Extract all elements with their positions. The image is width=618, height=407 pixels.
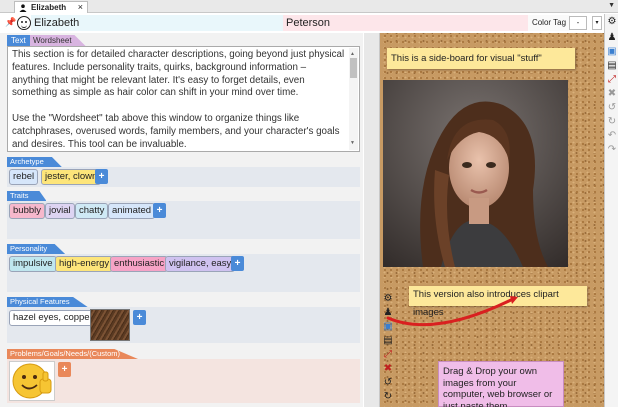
scroll-thumb[interactable] — [350, 58, 357, 78]
chevron-down-icon[interactable]: ▾ — [592, 16, 602, 30]
tag-chip[interactable]: vigilance, easy — [165, 256, 236, 272]
add-personality-button[interactable]: + — [231, 256, 244, 271]
add-physical-button[interactable]: + — [133, 310, 146, 325]
tag-chip[interactable]: animated — [108, 203, 156, 219]
add-problem-button[interactable]: + — [58, 362, 71, 377]
tab-menu-icon[interactable]: ▼ — [608, 2, 615, 9]
section-traits: bubbly jovial chatty animated + — [7, 201, 360, 239]
section-physical: hazel eyes, copper + — [7, 307, 360, 343]
smiley-face-icon[interactable] — [17, 16, 31, 30]
description-paragraph: Use the "Wordsheet" tab above this windo… — [12, 112, 340, 150]
section-archetype: rebel jester, clown + — [7, 167, 360, 187]
redo-icon[interactable]: ↷ — [606, 144, 618, 156]
right-toolbar: ⚙ ♟ ▣ ▤ ⤢ ✖ ↺ ↻ ↶ ↷ — [604, 14, 618, 407]
delete-icon[interactable]: ✖ — [606, 88, 618, 100]
rotate-left-icon[interactable]: ↺ — [606, 102, 618, 114]
tag-chip[interactable]: bubbly — [9, 203, 45, 219]
pin-icon[interactable]: 📌 — [5, 17, 16, 28]
name-bar: 📌 Elizabeth Peterson Color Tag - ▾ — [0, 14, 604, 32]
sticky-note[interactable]: This is a side-board for visual "stuff" — [387, 48, 575, 69]
person-icon[interactable]: ♟ — [382, 307, 394, 319]
tab-text[interactable]: Text — [7, 35, 30, 46]
tab-title: Elizabeth — [31, 3, 67, 12]
gear-icon[interactable]: ⚙ — [382, 293, 394, 305]
description-paragraph: This section is for detailed character d… — [12, 49, 345, 99]
portrait-image[interactable] — [383, 80, 568, 267]
document-icon[interactable]: ▤ — [382, 335, 394, 347]
tag-chip[interactable]: high-energy — [55, 256, 114, 272]
hair-swatch-image[interactable] — [90, 309, 130, 341]
red-arrow-clipart[interactable] — [380, 290, 520, 340]
first-name-field[interactable]: Elizabeth — [31, 15, 283, 31]
description-textarea[interactable]: This section is for detailed character d… — [7, 46, 360, 152]
document-icon[interactable]: ▤ — [606, 60, 618, 72]
tag-chip[interactable]: hazel eyes, copper — [9, 310, 97, 326]
corkboard-toolbar: ⚙ ♟ ▣ ▤ ⤢ ✖ ↺ ↻ — [382, 293, 396, 403]
tag-chip[interactable]: chatty — [75, 203, 109, 219]
image-icon[interactable]: ▣ — [382, 321, 394, 333]
sticky-note-pink[interactable]: Drag & Drop your own images from your co… — [438, 361, 564, 407]
last-name-field[interactable]: Peterson — [283, 15, 528, 31]
tag-chip[interactable]: rebel — [9, 169, 39, 185]
rotate-right-icon[interactable]: ↻ — [606, 116, 618, 128]
tag-chip[interactable]: jester, clown — [41, 169, 102, 185]
corkboard-sidebar — [364, 33, 380, 407]
person-icon — [19, 4, 27, 12]
scroll-down-icon[interactable]: ▼ — [350, 137, 355, 150]
delete-icon[interactable]: ✖ — [382, 363, 394, 375]
gear-icon[interactable]: ⚙ — [606, 16, 618, 28]
tab-wordsheet[interactable]: Wordsheet — [30, 35, 86, 46]
thumbs-up-emoji-icon — [12, 363, 52, 399]
close-icon[interactable]: × — [78, 2, 83, 13]
character-panel: Text Wordsheet This section is for detai… — [0, 33, 363, 407]
tag-chip[interactable]: jovial — [45, 203, 75, 219]
tag-chip[interactable]: impulsive — [9, 256, 57, 272]
section-problems-title: Problems/Goals/Needs/(Custom) — [7, 349, 139, 359]
portrait-image — [383, 80, 568, 267]
scrollbar[interactable]: ▲ ▼ — [349, 48, 358, 150]
color-tag-label: Color Tag — [528, 15, 570, 31]
section-personality-title: Personality — [7, 244, 66, 254]
section-personality: impulsive high-energy enthusiastic vigil… — [7, 254, 360, 292]
color-tag-select[interactable]: - — [569, 16, 587, 30]
tab-strip: Elizabeth × ▼ — [0, 0, 618, 13]
tag-chip[interactable]: enthusiastic — [110, 256, 169, 272]
image-icon[interactable]: ▣ — [606, 46, 618, 58]
app-window: Elizabeth × ▼ 📌 Elizabeth Peterson Color… — [0, 0, 618, 407]
tab-elizabeth[interactable]: Elizabeth × — [14, 1, 88, 13]
section-physical-title: Physical Features — [7, 297, 88, 307]
rotate-right-icon[interactable]: ↻ — [382, 391, 394, 403]
person-icon[interactable]: ♟ — [606, 32, 618, 44]
undo-icon[interactable]: ↶ — [606, 130, 618, 142]
rotate-left-icon[interactable]: ↺ — [382, 377, 394, 389]
section-archetype-title: Archetype — [7, 157, 62, 167]
add-trait-button[interactable]: + — [153, 203, 166, 218]
add-archetype-button[interactable]: + — [95, 169, 108, 184]
section-traits-title: Traits — [7, 191, 47, 201]
link-icon[interactable]: ⤢ — [606, 74, 618, 86]
link-icon[interactable]: ⤢ — [382, 349, 394, 361]
thumbs-up-emoji-icon[interactable] — [9, 361, 55, 401]
section-problems: + — [7, 359, 360, 403]
